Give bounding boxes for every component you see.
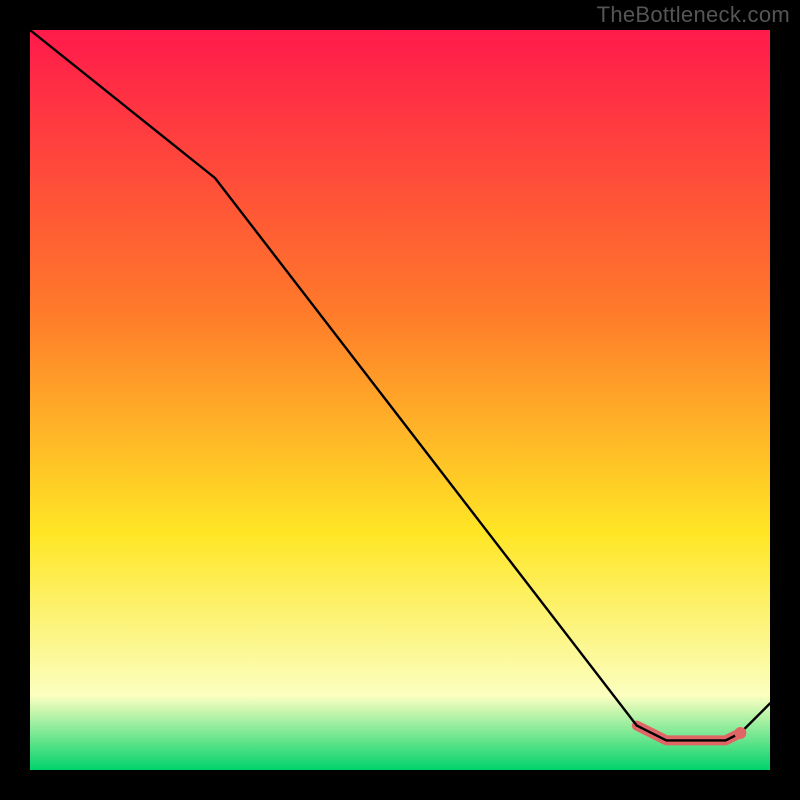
- chart-frame: TheBottleneck.com: [0, 0, 800, 800]
- watermark-text: TheBottleneck.com: [597, 2, 790, 28]
- chart-svg: [30, 30, 770, 770]
- highlight-point: [734, 727, 746, 739]
- plot-area: [30, 30, 770, 770]
- gradient-background: [30, 30, 770, 770]
